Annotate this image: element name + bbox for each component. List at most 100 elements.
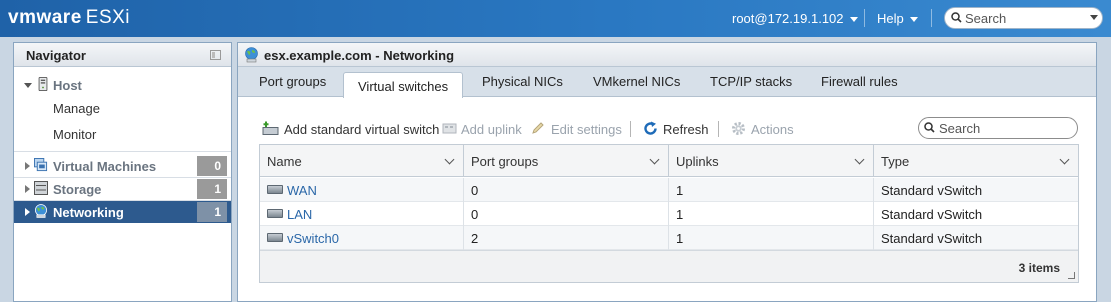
uplink-icon <box>442 123 457 134</box>
chevron-down-icon[interactable] <box>1090 15 1098 20</box>
nav-item-storage[interactable]: Storage 1 <box>14 178 231 200</box>
actions-label: Actions <box>751 122 794 137</box>
add-uplink-label: Add uplink <box>461 122 522 137</box>
count-badge: 0 <box>197 156 227 176</box>
nav-item-manage[interactable]: Manage <box>14 97 231 119</box>
chevron-down-icon[interactable] <box>1059 154 1070 165</box>
nav-item-label: Storage <box>53 182 102 197</box>
nav-item-label: Virtual Machines <box>53 159 157 174</box>
name-cell: LAN <box>260 202 464 226</box>
table-row[interactable]: LAN 0 1 Standard vSwitch <box>260 202 1078 226</box>
tab-tcpip-stacks[interactable]: TCP/IP stacks <box>710 74 792 89</box>
search-icon <box>951 12 962 23</box>
vswitch-link[interactable]: WAN <box>287 183 317 198</box>
vswitch-icon <box>267 233 283 242</box>
tab-firewall-rules[interactable]: Firewall rules <box>821 74 898 89</box>
item-count: 3 items <box>1018 261 1060 275</box>
help-menu[interactable]: Help <box>877 11 918 26</box>
network-icon <box>245 47 258 63</box>
page-title: esx.example.com - Networking <box>264 48 455 63</box>
help-menu-label: Help <box>877 11 904 26</box>
count-badge: 1 <box>197 202 227 222</box>
global-search-input[interactable] <box>965 10 1083 26</box>
add-standard-virtual-switch-button[interactable]: Add standard virtual switch <box>262 119 439 139</box>
nav-manage-label: Manage <box>53 101 100 116</box>
refresh-button[interactable]: Refresh <box>643 119 711 139</box>
type-value: Standard vSwitch <box>881 183 983 198</box>
expand-arrow-icon[interactable] <box>25 162 30 170</box>
uplinks-cell: 1 <box>669 178 874 202</box>
nav-item-monitor[interactable]: Monitor <box>14 123 231 145</box>
vmware-esxi-logo: vmware ESXi <box>8 7 130 29</box>
nav-item-virtual-machines[interactable]: Virtual Machines 0 <box>14 155 231 177</box>
top-bar: vmware ESXi root@172.19.1.102 Help <box>0 0 1111 37</box>
column-header-type[interactable]: Type <box>874 145 1078 177</box>
column-header-name[interactable]: Name <box>260 145 464 177</box>
expand-arrow-icon[interactable] <box>24 83 32 88</box>
refresh-icon <box>644 121 657 135</box>
expand-arrow-icon[interactable] <box>25 185 30 193</box>
column-header-label: Port groups <box>471 154 539 169</box>
user-menu[interactable]: root@172.19.1.102 <box>732 11 858 26</box>
column-header-label: Name <box>267 154 302 169</box>
chevron-down-icon[interactable] <box>649 154 660 165</box>
add-uplink-button[interactable]: Add uplink <box>442 119 522 139</box>
resize-handle-icon[interactable] <box>1068 272 1075 279</box>
port-groups-cell: 2 <box>464 226 669 250</box>
expand-arrow-icon[interactable] <box>25 208 30 216</box>
type-value: Standard vSwitch <box>881 207 983 222</box>
tab-virtual-switches[interactable]: Virtual switches <box>343 72 464 98</box>
uplinks-cell: 1 <box>669 202 874 226</box>
edit-settings-button[interactable]: Edit settings <box>531 119 622 139</box>
main-header: esx.example.com - Networking <box>238 43 1096 67</box>
add-switch-icon <box>262 121 279 135</box>
vswitch-link[interactable]: vSwitch0 <box>287 231 339 246</box>
vswitch-link[interactable]: LAN <box>287 207 312 222</box>
host-server-icon <box>38 77 48 91</box>
toolbar-divider <box>630 121 631 137</box>
user-menu-label: root@172.19.1.102 <box>732 11 844 26</box>
nav-host-label: Host <box>53 78 82 93</box>
navigator-header: Navigator <box>14 43 231 67</box>
chevron-down-icon[interactable] <box>854 154 865 165</box>
global-search[interactable] <box>944 7 1103 29</box>
vswitch-icon <box>267 209 283 218</box>
type-cell: Standard vSwitch <box>874 178 1078 202</box>
refresh-label: Refresh <box>663 122 709 137</box>
vswitch-icon <box>267 185 283 194</box>
nav-item-networking[interactable]: Networking 1 <box>14 201 231 223</box>
tab-physical-nics[interactable]: Physical NICs <box>482 74 563 89</box>
column-header-uplinks[interactable]: Uplinks <box>669 145 874 177</box>
grid-search[interactable] <box>918 117 1078 139</box>
pencil-icon <box>532 122 544 134</box>
port-groups-value: 2 <box>471 231 479 246</box>
uplinks-value: 1 <box>676 183 684 198</box>
nav-item-host[interactable]: Host <box>14 74 231 96</box>
count-badge: 1 <box>197 179 227 199</box>
storage-icon <box>34 181 48 195</box>
navigator-title: Navigator <box>26 48 86 63</box>
actions-button[interactable]: Actions <box>731 119 801 139</box>
table-header: Name Port groups Uplinks Type <box>260 145 1078 177</box>
collapse-panel-icon[interactable] <box>210 50 221 60</box>
chevron-down-icon <box>849 17 858 23</box>
table-row[interactable]: vSwitch0 2 1 Standard vSwitch <box>260 226 1078 250</box>
port-groups-cell: 0 <box>464 178 669 202</box>
column-header-port-groups[interactable]: Port groups <box>464 145 669 177</box>
main-panel: esx.example.com - Networking Port groups… <box>237 42 1097 302</box>
tab-port-groups[interactable]: Port groups <box>259 74 326 89</box>
chevron-down-icon[interactable] <box>444 154 455 165</box>
tab-bar: Port groups Virtual switches Physical NI… <box>238 67 1096 98</box>
divider <box>14 151 231 152</box>
table-footer: 3 items <box>260 250 1078 282</box>
nav-item-label: Networking <box>53 205 124 220</box>
divider <box>931 9 932 27</box>
port-groups-cell: 0 <box>464 202 669 226</box>
tab-vmkernel-nics[interactable]: VMkernel NICs <box>593 74 680 89</box>
nav-monitor-label: Monitor <box>53 127 97 142</box>
gear-icon <box>732 122 745 135</box>
toolbar-divider <box>718 121 719 137</box>
add-switch-label: Add standard virtual switch <box>284 122 440 137</box>
grid-search-input[interactable] <box>939 120 1069 136</box>
table-row[interactable]: WAN 0 1 Standard vSwitch <box>260 178 1078 202</box>
